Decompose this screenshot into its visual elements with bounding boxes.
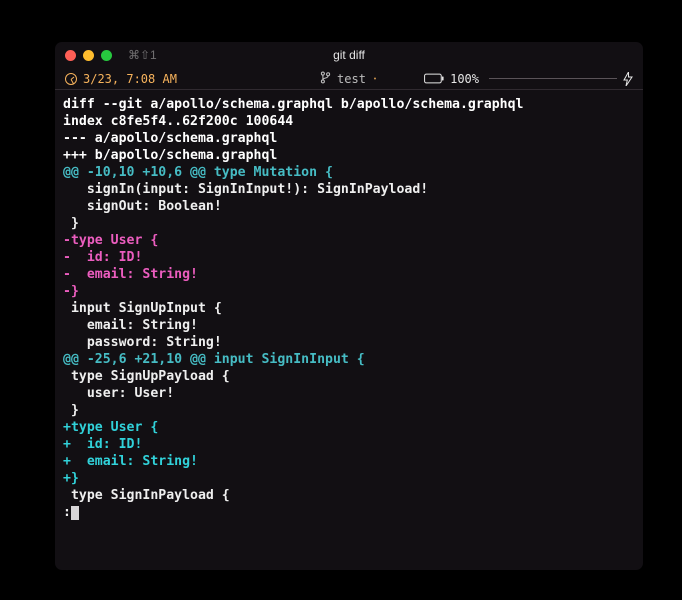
diff-line: password: String!	[59, 334, 639, 351]
pager-prompt-char: :	[63, 504, 71, 521]
profile-indicator: ⌘⇧1	[128, 48, 157, 62]
diff-line: +type User {	[59, 419, 639, 436]
status-bar: 3/23, 7:08 AM test ･ 100%	[55, 68, 643, 90]
diff-line: @@ -10,10 +10,6 @@ type Mutation {	[59, 164, 639, 181]
diff-line: type SignUpPayload {	[59, 368, 639, 385]
diff-line: - email: String!	[59, 266, 639, 283]
diff-line: type SignInPayload {	[59, 487, 639, 504]
git-branch-label: test	[337, 72, 366, 86]
diff-line: -}	[59, 283, 639, 300]
diff-line: +++ b/apollo/schema.graphql	[59, 147, 639, 164]
pager-prompt[interactable]: :	[59, 504, 639, 521]
git-branch-icon	[320, 71, 331, 87]
titlebar: ⌘⇧1 git diff	[55, 42, 643, 68]
diff-line: --- a/apollo/schema.graphql	[59, 130, 639, 147]
status-right: 100%	[424, 72, 633, 86]
diff-line: + id: ID!	[59, 436, 639, 453]
diff-line: input SignUpInput {	[59, 300, 639, 317]
diff-line: diff --git a/apollo/schema.graphql b/apo…	[59, 96, 639, 113]
clock-icon	[65, 73, 77, 85]
diff-line: }	[59, 215, 639, 232]
diff-line: signIn(input: SignInInput!): SignInPaylo…	[59, 181, 639, 198]
diff-line: signOut: Boolean!	[59, 198, 639, 215]
diff-line: - id: ID!	[59, 249, 639, 266]
diff-line: @@ -25,6 +21,10 @@ input SignInInput {	[59, 351, 639, 368]
window-controls	[65, 50, 112, 61]
cursor-icon	[71, 506, 79, 520]
bolt-icon	[623, 72, 633, 86]
diff-line: }	[59, 402, 639, 419]
git-dirty-mark: ･	[372, 70, 378, 87]
battery-percent: 100%	[450, 72, 479, 86]
diff-line: + email: String!	[59, 453, 639, 470]
diff-line: user: User!	[59, 385, 639, 402]
diff-line: +}	[59, 470, 639, 487]
terminal-window: ⌘⇧1 git diff 3/23, 7:08 AM test ･	[55, 42, 643, 570]
terminal-output[interactable]: diff --git a/apollo/schema.graphql b/apo…	[55, 90, 643, 570]
diff-line: index c8fe5f4..62f200c 100644	[59, 113, 639, 130]
status-separator	[489, 78, 617, 79]
status-time: 3/23, 7:08 AM	[83, 72, 177, 86]
zoom-icon[interactable]	[101, 50, 112, 61]
diff-line: -type User {	[59, 232, 639, 249]
battery-icon	[424, 73, 444, 84]
close-icon[interactable]	[65, 50, 76, 61]
minimize-icon[interactable]	[83, 50, 94, 61]
diff-line: email: String!	[59, 317, 639, 334]
status-left: 3/23, 7:08 AM	[65, 72, 177, 86]
